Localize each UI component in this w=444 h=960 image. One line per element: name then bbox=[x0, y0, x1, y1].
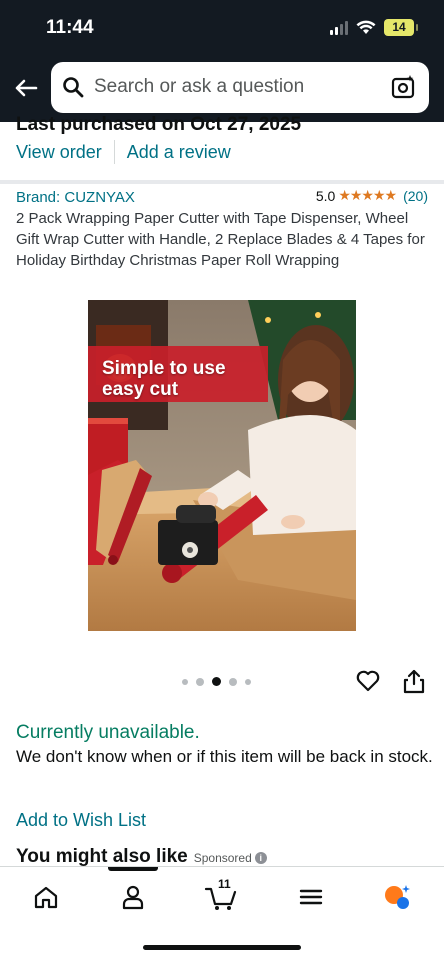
rating-value: 5.0 bbox=[315, 187, 336, 204]
top-bar: 11:44 14 Search or ask a question bbox=[0, 0, 444, 122]
search-input[interactable]: Search or ask a question bbox=[94, 76, 304, 98]
product-photo bbox=[88, 300, 356, 631]
account-icon[interactable] bbox=[119, 883, 147, 911]
home-indicator bbox=[143, 945, 301, 950]
brand-link[interactable]: Brand: CUZNYAX bbox=[16, 189, 135, 206]
home-icon[interactable] bbox=[32, 883, 60, 911]
link-separator bbox=[113, 140, 115, 164]
share-icon[interactable] bbox=[402, 668, 426, 694]
sponsored-label[interactable]: Sponsored i bbox=[194, 851, 267, 865]
cart-icon[interactable] bbox=[204, 883, 238, 911]
carousel-dot[interactable] bbox=[196, 677, 204, 686]
recommendations-title: You might also like bbox=[16, 846, 188, 867]
carousel-dot[interactable] bbox=[245, 678, 251, 685]
image-carousel-dots[interactable] bbox=[182, 677, 251, 686]
carousel-dot[interactable] bbox=[182, 678, 188, 685]
image-caption: Simple to use easy cut bbox=[102, 358, 226, 400]
carousel-dot[interactable] bbox=[212, 677, 221, 686]
search-icon bbox=[63, 77, 84, 98]
availability-description: We don't know when or if this item will … bbox=[16, 747, 433, 766]
recommendations-heading: You might also like Sponsored i bbox=[16, 846, 267, 868]
section-divider bbox=[0, 180, 444, 184]
view-order-link[interactable]: View order bbox=[16, 142, 102, 163]
active-tab-indicator bbox=[108, 867, 158, 871]
add-to-wish-list-link[interactable]: Add to Wish List bbox=[16, 810, 146, 831]
rufus-assistant-icon[interactable] bbox=[383, 883, 411, 911]
product-title: 2 Pack Wrapping Paper Cutter with Tape D… bbox=[16, 210, 425, 269]
carousel-dot[interactable] bbox=[229, 677, 237, 686]
status-time: 11:44 bbox=[46, 17, 94, 38]
search-bar[interactable]: Search or ask a question bbox=[51, 62, 429, 113]
status-icons: 14 bbox=[330, 19, 418, 36]
rating-summary[interactable]: 5.0 ★★★★★ (20) bbox=[316, 187, 428, 204]
last-purchased-text: Last purchased on Oct 27, 2025 bbox=[16, 114, 302, 135]
product-image[interactable]: Simple to use easy cut bbox=[88, 300, 356, 631]
order-links: View order Add a review bbox=[16, 140, 231, 164]
star-rating-icon: ★★★★★ bbox=[338, 187, 397, 203]
info-icon[interactable]: i bbox=[254, 852, 267, 864]
camera-lens-icon[interactable] bbox=[391, 74, 417, 100]
heart-icon[interactable] bbox=[355, 668, 381, 694]
signal-icon bbox=[330, 20, 348, 35]
availability-status: Currently unavailable. bbox=[16, 722, 200, 743]
battery-indicator: 14 bbox=[384, 19, 418, 36]
menu-icon[interactable] bbox=[297, 883, 325, 911]
back-arrow-icon[interactable] bbox=[10, 72, 42, 104]
rating-count[interactable]: (20) bbox=[403, 188, 428, 204]
wifi-icon bbox=[356, 20, 376, 34]
add-review-link[interactable]: Add a review bbox=[127, 142, 231, 163]
